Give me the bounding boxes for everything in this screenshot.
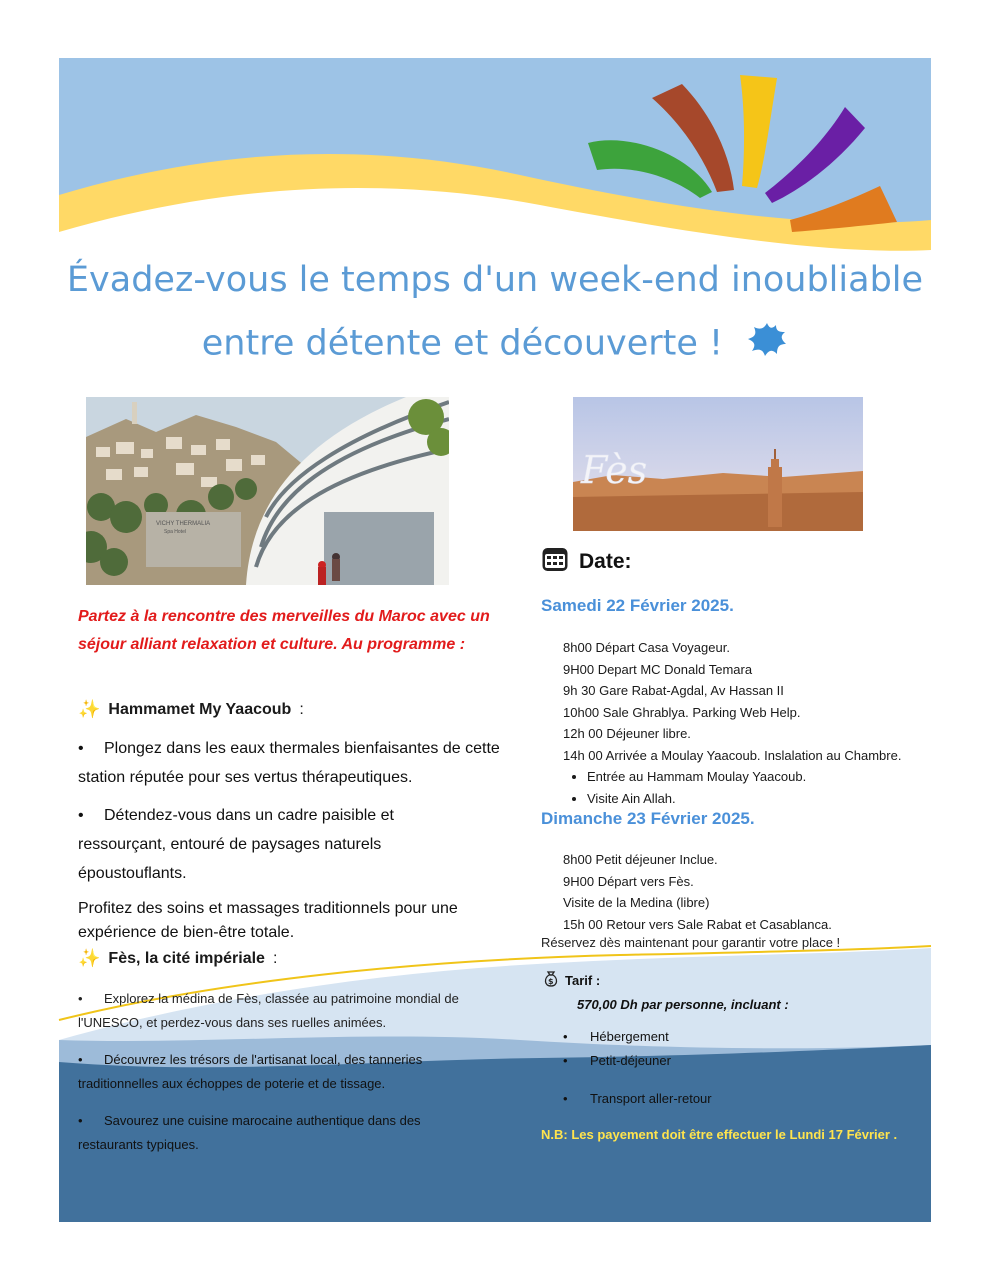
svg-text:$: $ — [548, 977, 554, 986]
day1-schedule: 8h00 Départ Casa Voyageur. 9H00 Depart M… — [563, 637, 901, 809]
section-fes-title: ✨ Fès, la cité impériale : — [78, 948, 277, 969]
hammamet-bullet-1: • Plongez dans les eaux thermales bienfai… — [78, 740, 500, 786]
fes-bullet-2-text: Découvrez les trésors de l'artisanat loc… — [78, 1052, 423, 1091]
day2-line: 15h 00 Retour vers Sale Rabat et Casabla… — [563, 916, 832, 932]
day1-line: 9H00 Depart MC Donald Temara — [563, 661, 753, 677]
tarif-item: • Hébergement — [563, 1029, 669, 1044]
section-hammamet-suffix: : — [299, 700, 304, 718]
tarif-item: • Petit-déjeuner — [563, 1053, 671, 1068]
day1-line: 10h00 Sale Ghrablya. Parking Web Help. — [563, 704, 801, 720]
tarif-price: 570,00 Dh par personne, incluant : — [577, 997, 789, 1012]
fes-bullet-1: • Explorez la médina de Fès, classée au p… — [78, 991, 459, 1030]
fes-bullet-2: • Découvrez les trésors de l'artisanat lo… — [78, 1052, 423, 1091]
headline-line-1: Évadez-vous le temps d'un week-end inoub… — [66, 260, 924, 300]
date-title: Date: — [541, 545, 632, 579]
day1-bullet: Entrée au Hammam Moulay Yaacoub. — [587, 766, 901, 788]
tarif-item-text: Transport aller-retour — [590, 1091, 712, 1106]
date-label: Date: — [579, 550, 632, 573]
calendar-icon — [541, 545, 569, 579]
day2-line: Visite de la Medina (libre) — [563, 895, 710, 910]
day1-line: 9h 30 Gare Rabat-Agdal, Av Hassan II — [563, 683, 784, 698]
tarif-item-text: Petit-déjeuner — [590, 1053, 671, 1068]
day1-bullets: Entrée au Hammam Moulay Yaacoub. Visite … — [563, 766, 901, 809]
tarif-item-text: Hébergement — [590, 1029, 669, 1044]
tarif-item: • Transport aller-retour — [563, 1091, 712, 1106]
hotel-sign-subtext: Spa Hotel — [164, 529, 186, 535]
money-bag-icon: $ — [543, 970, 559, 991]
section-fes-suffix: : — [272, 949, 278, 967]
fes-bullet-1-text: Explorez la médina de Fès, classée au pa… — [78, 991, 459, 1030]
hammamet-bullet-2-text: Détendez-vous dans un cadre paisible et … — [78, 807, 394, 882]
fes-script-text: Fès — [580, 448, 647, 492]
hammamet-closing: Profitez des soins et massages tradition… — [78, 900, 458, 941]
day1-line: 8h00 Départ Casa Voyageur. — [563, 640, 730, 655]
hotel-sign-text: VICHY THERMALIA — [156, 521, 210, 527]
photo-fes-panorama: Fès — [573, 397, 863, 531]
tarif-title: $ Tarif : — [543, 970, 600, 991]
sparkles-icon: ✨ — [78, 699, 101, 719]
day2-line: 8h00 Petit déjeuner Inclue. — [563, 852, 718, 867]
photo-vichy-thermalia-hotel: VICHY THERMALIA Spa Hotel — [86, 397, 449, 585]
day2-schedule: 8h00 Petit déjeuner Inclue. 9H00 Départ … — [563, 849, 832, 935]
tarif-label: Tarif : — [565, 973, 601, 988]
section-hammamet-title: ✨ Hammamet My Yaacoub : — [78, 699, 304, 720]
fes-bullet-3: • Savourez une cuisine marocaine authenti… — [78, 1113, 421, 1152]
day1-bullet: Visite Ain Allah. — [587, 788, 901, 810]
sparkles-icon-2: ✨ — [78, 948, 101, 968]
day1-line: 12h 00 Déjeuner libre. — [563, 726, 691, 741]
headline-line-2: entre détente et découverte ! — [59, 320, 931, 369]
hammamet-bullet-2: • Détendez-vous dans un cadre paisible et… — [78, 807, 394, 882]
splash-icon — [746, 320, 788, 369]
day1-title: Samedi 22 Février 2025. — [541, 596, 734, 615]
day1-line: 14h 00 Arrivée a Moulay Yaacoub. Inslala… — [563, 747, 902, 763]
payment-note: N.B: Les payement doit être effectuer le… — [541, 1127, 898, 1142]
day2-line: 9H00 Départ vers Fès. — [563, 873, 694, 889]
day2-title: Dimanche 23 Février 2025. — [541, 809, 755, 828]
reserve-text: Réservez dès maintenant pour garantir vo… — [541, 935, 841, 950]
section-fes-title-text: Fès, la cité impériale — [108, 949, 265, 967]
hammamet-bullet-1-text: Plongez dans les eaux thermales bienfais… — [78, 740, 500, 786]
headline-line-2-text: entre détente et découverte ! — [201, 323, 724, 364]
fes-bullet-3-text: Savourez une cuisine marocaine authentiq… — [78, 1113, 421, 1152]
intro-text: Partez à la rencontre des merveilles du … — [78, 608, 490, 653]
section-hammamet-title-text: Hammamet My Yaacoub — [108, 700, 292, 718]
